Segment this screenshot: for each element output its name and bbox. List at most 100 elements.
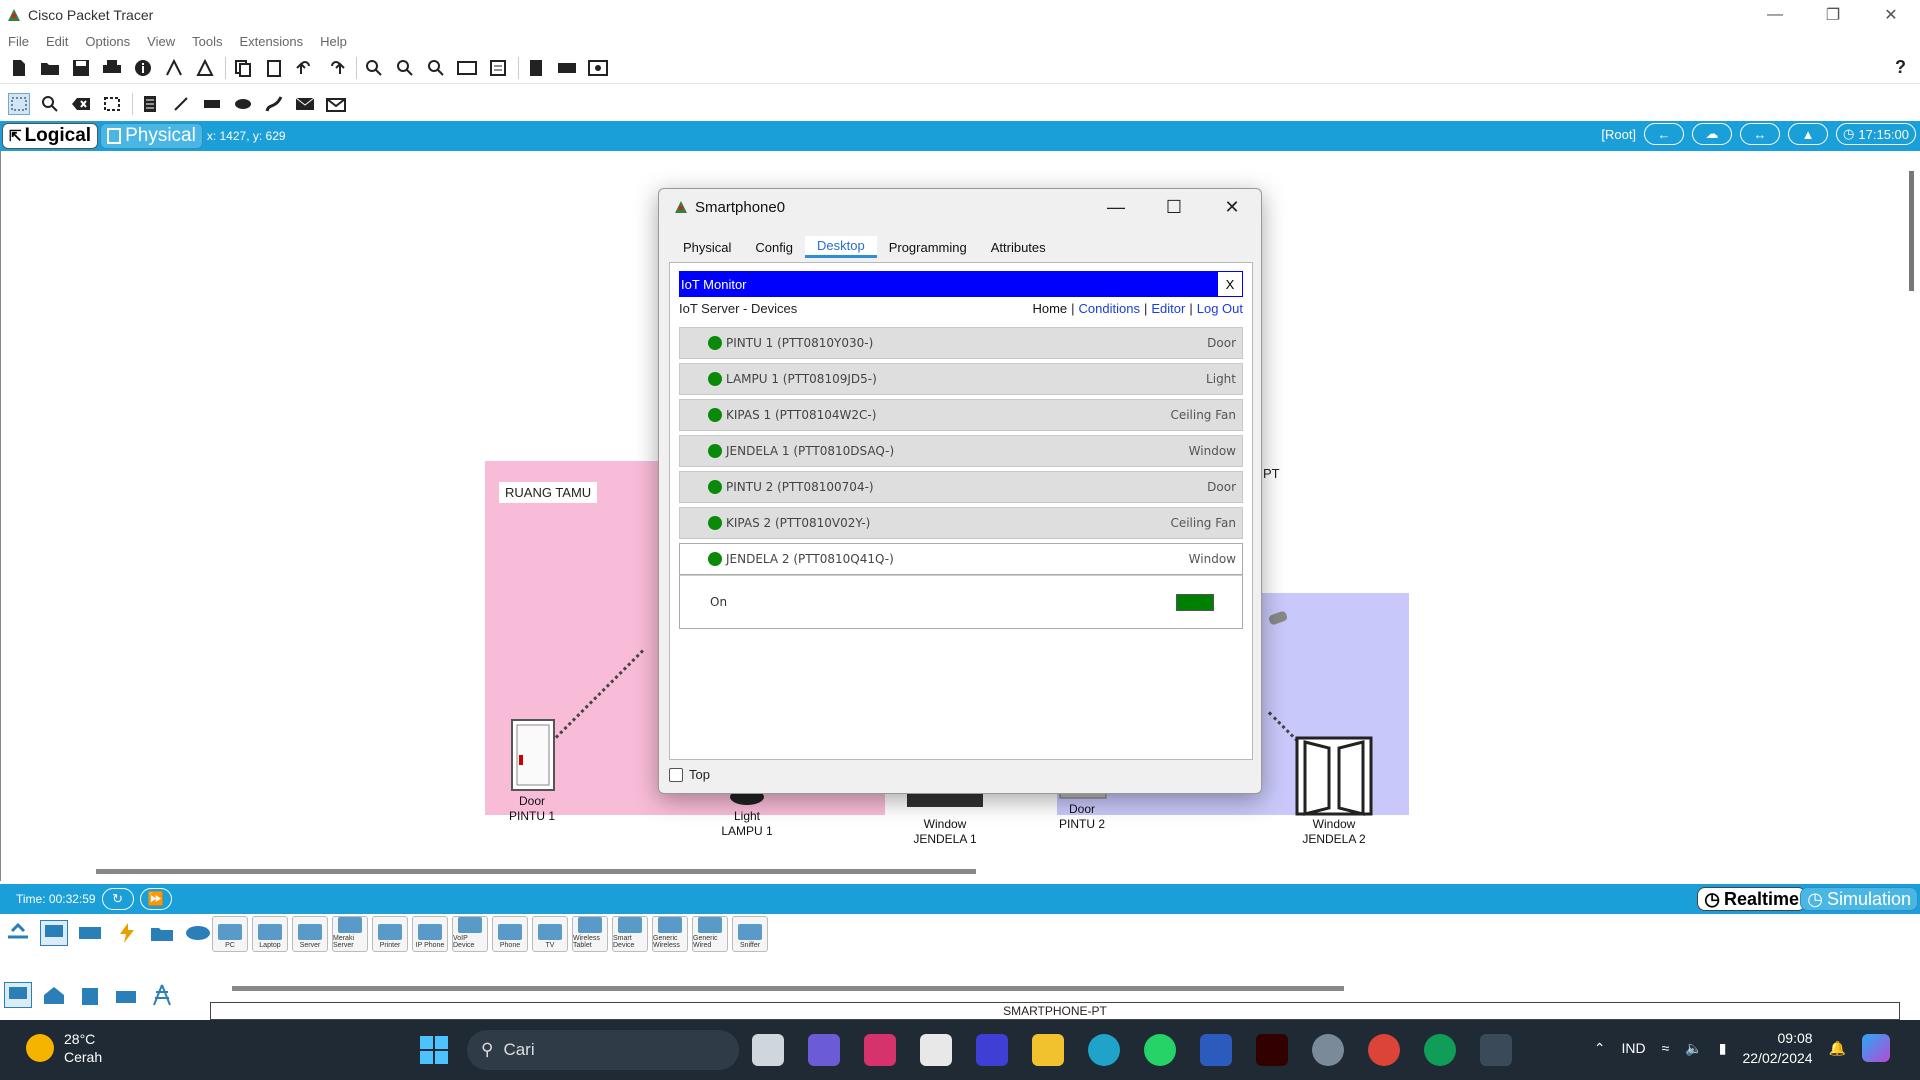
logout-link[interactable]: Log Out xyxy=(1197,301,1243,316)
language-indicator[interactable]: IND xyxy=(1622,1040,1646,1056)
iot-device-row[interactable]: KIPAS 2 (PTT0810V02Y-) Ceiling Fan xyxy=(679,507,1243,539)
weather-widget[interactable]: 28°C Cerah xyxy=(26,1030,102,1066)
windows-start-icon[interactable] xyxy=(420,1036,448,1064)
chat-icon[interactable] xyxy=(808,1034,840,1066)
device-generic-wireless[interactable]: Generic Wireless xyxy=(652,916,688,952)
volume-mute-icon[interactable]: 🔈 xyxy=(1685,1040,1702,1057)
fan-device-icon[interactable] xyxy=(1267,611,1289,627)
print-icon[interactable] xyxy=(101,57,123,79)
end-device-sub-icon[interactable] xyxy=(4,982,32,1008)
notification-icon[interactable]: 🔔 xyxy=(1829,1040,1846,1057)
device-meraki-server[interactable]: Meraki Server xyxy=(332,916,368,952)
device-voip[interactable]: VoIP Device xyxy=(452,916,488,952)
end-devices-icon[interactable] xyxy=(40,920,68,946)
add-simple-pdu-icon[interactable] xyxy=(294,93,316,115)
fast-forward-icon[interactable]: ⏩ xyxy=(139,888,172,910)
cluster-icon[interactable] xyxy=(525,57,547,79)
tab-physical[interactable]: Physical xyxy=(671,236,743,258)
copy-icon[interactable] xyxy=(232,57,254,79)
navigation-icon[interactable]: ↔ xyxy=(1740,123,1781,145)
ellipse-icon[interactable] xyxy=(232,93,254,115)
device-ip-phone[interactable]: IP Phone xyxy=(412,916,448,952)
menu-extensions[interactable]: Extensions xyxy=(239,34,303,49)
zoom-out-icon[interactable] xyxy=(425,57,447,79)
iot-device-row[interactable]: PINTU 1 (PTT0810Y030-) Door xyxy=(679,327,1243,359)
logical-workspace-tab[interactable]: ⇱ Logical xyxy=(2,123,99,149)
dialog-maximize-button[interactable]: ☐ xyxy=(1145,189,1203,225)
minimize-button[interactable]: — xyxy=(1746,0,1804,30)
multiuser-icon[interactable] xyxy=(184,920,212,946)
editor-link[interactable]: Editor xyxy=(1151,301,1185,316)
menu-view[interactable]: View xyxy=(147,34,175,49)
door-device-icon[interactable] xyxy=(511,719,555,791)
device-laptop[interactable]: Laptop xyxy=(252,916,288,952)
tab-programming[interactable]: Programming xyxy=(877,236,979,258)
whatsapp-icon[interactable] xyxy=(1144,1034,1176,1066)
home-link[interactable]: Home xyxy=(1032,301,1067,316)
iot-device-row[interactable]: KIPAS 1 (PTT08104W2C-) Ceiling Fan xyxy=(679,399,1243,431)
dialog-close-button[interactable]: ✕ xyxy=(1203,189,1261,225)
industrial-sub-icon[interactable] xyxy=(112,982,140,1008)
environment-clock[interactable]: ◷ 17:15:00 xyxy=(1836,123,1916,145)
menu-tools[interactable]: Tools xyxy=(192,34,222,49)
tab-attributes[interactable]: Attributes xyxy=(979,236,1058,258)
battery-icon[interactable]: ▮ xyxy=(1719,1040,1727,1057)
restore-button[interactable]: ❐ xyxy=(1804,0,1862,30)
tab-config[interactable]: Config xyxy=(743,236,805,258)
custom-device-icon[interactable] xyxy=(487,57,509,79)
home-sub-icon[interactable] xyxy=(40,982,68,1008)
canvas-vertical-scrollbar[interactable] xyxy=(1909,171,1914,291)
menu-file[interactable]: File xyxy=(8,34,29,49)
activity-wizard-icon[interactable] xyxy=(194,57,216,79)
inspect-icon[interactable] xyxy=(39,93,61,115)
connections-icon[interactable] xyxy=(112,920,140,946)
design-app-icon[interactable] xyxy=(976,1034,1008,1066)
note-icon[interactable] xyxy=(139,93,161,115)
device-list-scrollbar[interactable] xyxy=(232,986,1344,991)
smart-city-sub-icon[interactable] xyxy=(76,982,104,1008)
zoom-in-icon[interactable] xyxy=(363,57,385,79)
settings-icon[interactable] xyxy=(1312,1034,1344,1066)
file-explorer-icon[interactable] xyxy=(1032,1034,1064,1066)
device-generic-wired[interactable]: Generic Wired xyxy=(692,916,728,952)
add-complex-pdu-icon[interactable] xyxy=(325,93,347,115)
delete-icon[interactable] xyxy=(70,93,92,115)
drawing-palette-icon[interactable] xyxy=(456,57,478,79)
on-state-toggle[interactable] xyxy=(1176,593,1214,611)
canvas-horizontal-scrollbar[interactable] xyxy=(96,869,976,874)
realtime-mode-button[interactable]: ◷ Realtime xyxy=(1697,887,1806,911)
iot-device-row-expanded[interactable]: JENDELA 2 (PTT0810Q41Q-) Window xyxy=(679,543,1243,575)
store-icon[interactable] xyxy=(920,1034,952,1066)
rectangle-icon[interactable] xyxy=(201,93,223,115)
chrome-profile-icon[interactable] xyxy=(1424,1034,1456,1066)
undo-icon[interactable] xyxy=(294,57,316,79)
taskbar-clock[interactable]: 09:08 22/02/2024 xyxy=(1742,1028,1812,1068)
new-icon[interactable] xyxy=(8,57,30,79)
open-icon[interactable] xyxy=(39,57,61,79)
paste-icon[interactable] xyxy=(263,57,285,79)
menu-edit[interactable]: Edit xyxy=(46,34,68,49)
network-wizard-icon[interactable] xyxy=(163,57,185,79)
resize-icon[interactable] xyxy=(101,93,123,115)
background-image-icon[interactable]: ▲ xyxy=(1788,123,1829,145)
dialog-minimize-button[interactable]: — xyxy=(1087,189,1145,225)
select-icon[interactable] xyxy=(8,93,30,115)
close-button[interactable]: ✕ xyxy=(1862,0,1920,30)
window-device-icon[interactable] xyxy=(905,791,985,811)
word-icon[interactable] xyxy=(1200,1034,1232,1066)
miscellaneous-icon[interactable] xyxy=(148,920,176,946)
zoom-reset-icon[interactable] xyxy=(394,57,416,79)
freeform-icon[interactable] xyxy=(263,93,285,115)
line-icon[interactable] xyxy=(170,93,192,115)
taskbar-search[interactable]: ⚲ Cari xyxy=(467,1030,739,1070)
device-phone[interactable]: Phone xyxy=(492,916,528,952)
tab-desktop[interactable]: Desktop xyxy=(805,236,877,258)
illustrator-icon[interactable] xyxy=(1256,1034,1288,1066)
iot-device-row[interactable]: JENDELA 1 (PTT0810DSAQ-) Window xyxy=(679,435,1243,467)
copilot-icon[interactable] xyxy=(1862,1034,1890,1062)
back-icon[interactable]: ← xyxy=(1644,123,1685,145)
device-printer[interactable]: Printer xyxy=(372,916,408,952)
view-icon[interactable] xyxy=(556,57,578,79)
menu-help[interactable]: Help xyxy=(320,34,347,49)
power-cycle-icon[interactable]: ↻ xyxy=(101,888,134,910)
